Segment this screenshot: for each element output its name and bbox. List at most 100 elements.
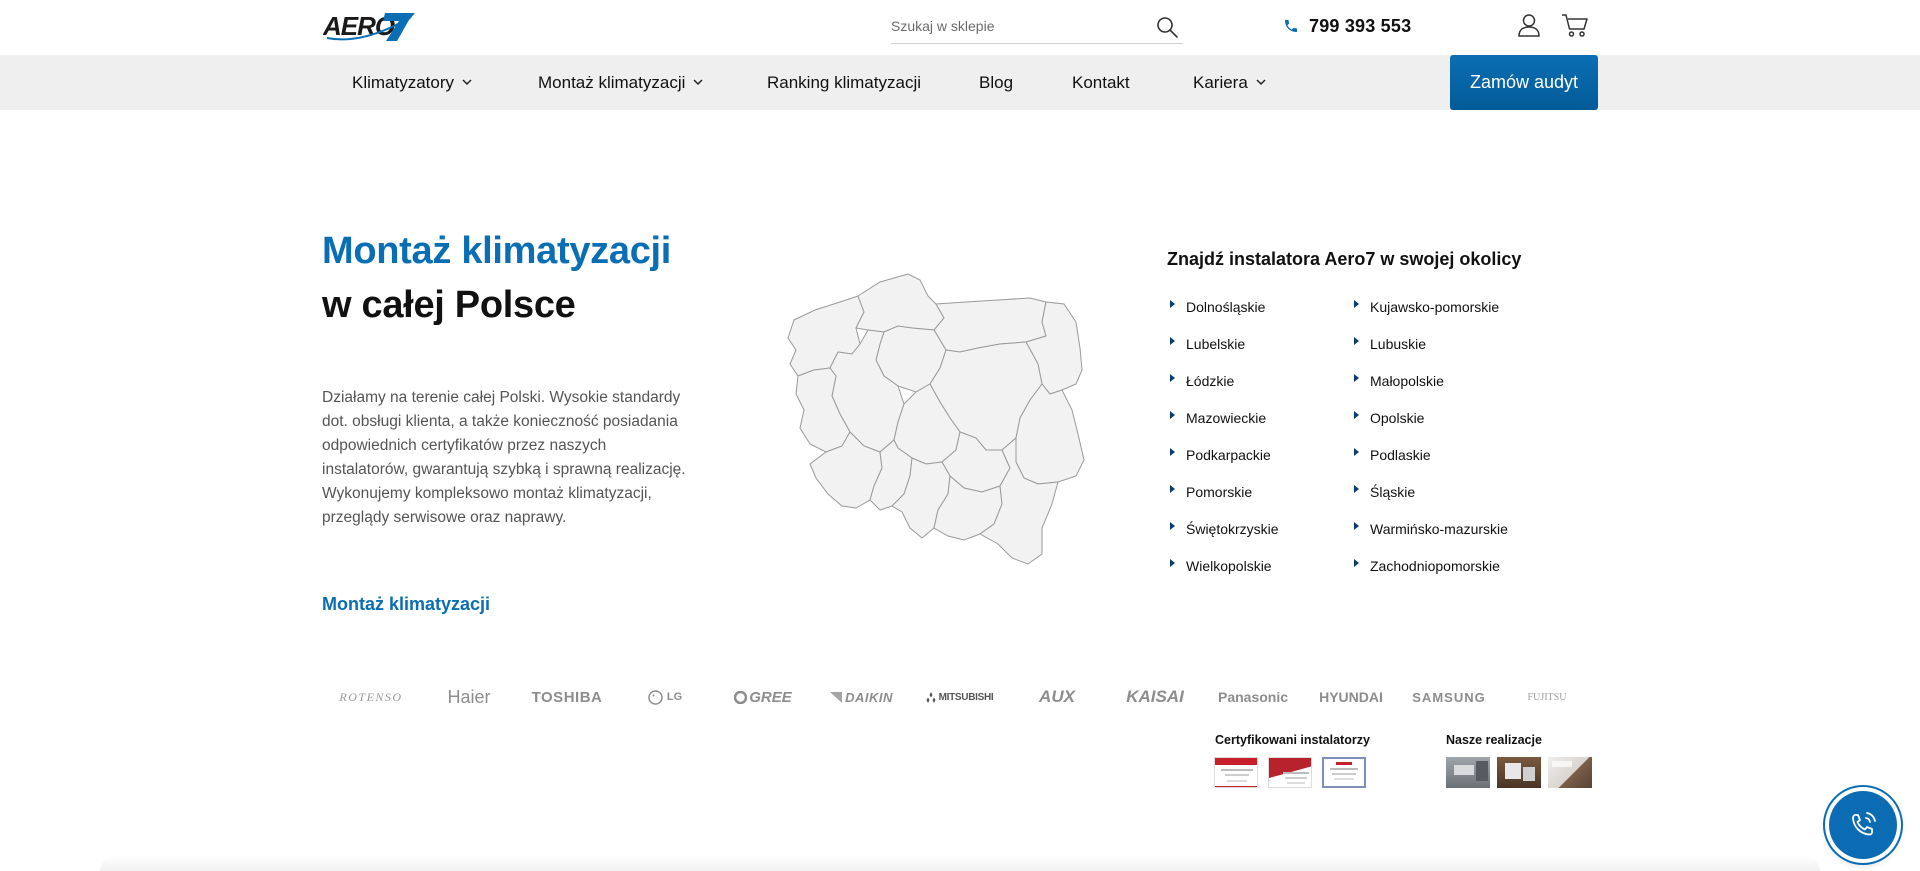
daikin-triangle-icon [830, 692, 843, 703]
region-label: Mazowieckie [1186, 410, 1267, 426]
phone-number: 799 393 553 [1309, 15, 1412, 36]
region-link[interactable]: Małopolskie [1354, 370, 1538, 392]
shopping-cart-icon[interactable] [1561, 12, 1589, 38]
nav-item-blog[interactable]: Blog [979, 55, 1013, 110]
brand-logo-samsung[interactable]: SAMSUNG [1400, 683, 1498, 711]
region-link[interactable]: Śląskie [1354, 481, 1538, 503]
phone-icon [1285, 20, 1297, 32]
installation-link[interactable]: Montaż klimatyzacji [322, 594, 490, 615]
brand-logo-kaisai[interactable]: KAISAI [1106, 683, 1204, 711]
region-link[interactable]: Podkarpackie [1170, 444, 1354, 466]
hero-description: Działamy na terenie całej Polski. Wysoki… [322, 389, 686, 526]
chevron-down-icon [1256, 79, 1266, 86]
nav-item-klimatyzatory[interactable]: Klimatyzatory [352, 55, 472, 110]
arrow-right-icon [1354, 559, 1359, 567]
arrow-right-icon [1354, 337, 1359, 345]
certificate-image [1269, 758, 1311, 784]
realization-photo[interactable] [1446, 757, 1490, 788]
poland-map[interactable] [780, 272, 1092, 568]
brand-logo-rotenso[interactable]: ROTENSO [322, 683, 420, 711]
search-input[interactable] [891, 10, 1141, 42]
region-link[interactable]: Świętokrzyskie [1170, 518, 1354, 540]
phone-link[interactable]: 799 393 553 [1283, 12, 1411, 40]
region-link[interactable]: Zachodniopomorskie [1354, 555, 1538, 577]
brand-name: SAMSUNG [1412, 689, 1486, 705]
region-link[interactable]: Lubuskie [1354, 333, 1538, 355]
arrow-right-icon [1354, 485, 1359, 493]
region-link[interactable]: Kujawsko-pomorskie [1354, 296, 1538, 318]
nav-item-ranking-klimatyzacji[interactable]: Ranking klimatyzacji [767, 55, 921, 110]
hero-title-line1: Montaż klimatyzacji [322, 230, 672, 272]
nav-label: Ranking klimatyzacji [767, 72, 921, 92]
region-link[interactable]: Pomorskie [1170, 481, 1354, 503]
arrow-right-icon [1170, 337, 1175, 345]
gree-swirl-icon [734, 690, 748, 704]
arrow-right-icon [1170, 559, 1175, 567]
arrow-right-icon [1170, 448, 1175, 456]
brand-name: Haier [447, 686, 491, 707]
footer-edge [100, 855, 1820, 871]
region-label: Świętokrzyskie [1186, 521, 1279, 537]
search-icon[interactable] [1155, 15, 1179, 39]
brand-logo-gree[interactable]: GREE [714, 683, 812, 711]
region-link[interactable]: Podlaskie [1354, 444, 1538, 466]
brand-logo-haier[interactable]: Haier [420, 683, 518, 711]
brand-name: GREE [749, 688, 792, 706]
brand-name: TOSHIBA [531, 688, 603, 706]
brand-logo-aux[interactable]: AUX [1008, 683, 1106, 711]
nav-item-kariera[interactable]: Kariera [1193, 55, 1266, 110]
brand-name: Panasonic [1217, 689, 1289, 705]
brand-logo-mitsubishi[interactable]: MITSUBISHI [910, 683, 1008, 711]
brand-name: DAIKIN [845, 689, 893, 705]
arrow-right-icon [1170, 300, 1175, 308]
certificate-thumbnail[interactable] [1322, 757, 1366, 788]
chevron-down-icon [462, 79, 472, 86]
aero7-logo[interactable]: AERO [323, 7, 415, 43]
region-link[interactable]: Warmińsko-mazurskie [1354, 518, 1538, 540]
realization-photo[interactable] [1548, 757, 1592, 788]
arrow-right-icon [1354, 522, 1359, 530]
brand-name: FUJITSU [1527, 691, 1567, 703]
region-link[interactable]: Łódzkie [1170, 370, 1354, 392]
brand-name: MITSUBISHI [938, 691, 994, 703]
arrow-right-icon [1354, 411, 1359, 419]
brand-logo-toshiba[interactable]: TOSHIBA [518, 683, 616, 711]
region-link[interactable]: Dolnośląskie [1170, 296, 1354, 318]
region-link[interactable]: Lubelskie [1170, 333, 1354, 355]
brand-logo-fujitsu[interactable]: FUJITSU [1498, 683, 1596, 711]
region-link[interactable]: Wielkopolskie [1170, 555, 1354, 577]
order-audit-button[interactable]: Zamów audyt [1450, 55, 1598, 110]
brand-name: ROTENSO [339, 689, 403, 704]
user-account-icon[interactable] [1516, 12, 1542, 38]
brand-name: HYUNDAI [1319, 689, 1383, 705]
installer-finder-title: Znajdź instalatora Aero7 w swojej okolic… [1167, 249, 1522, 269]
region-label: Podkarpackie [1186, 447, 1271, 463]
arrow-right-icon [1170, 485, 1175, 493]
brand-logo-lg[interactable]: LG [616, 683, 714, 711]
realization-image [1552, 761, 1572, 767]
brand-logo-hyundai[interactable]: HYUNDAI [1302, 683, 1400, 711]
region-link[interactable]: Opolskie [1354, 407, 1538, 429]
nav-item-montaz-klimatyzacji[interactable]: Montaż klimatyzacji [538, 55, 703, 110]
nav-item-kontakt[interactable]: Kontakt [1072, 55, 1130, 110]
region-label: Lubelskie [1186, 336, 1246, 352]
certificate-image [1330, 762, 1358, 780]
callback-button[interactable] [1829, 791, 1897, 859]
region-link[interactable]: Mazowieckie [1170, 407, 1354, 429]
brand-logo-daikin[interactable]: DAIKIN [812, 683, 910, 711]
arrow-right-icon [1170, 374, 1175, 382]
map-region-pomorskie[interactable] [855, 273, 945, 333]
nav-label: Kontakt [1072, 72, 1130, 92]
certificate-thumbnail[interactable] [1214, 757, 1258, 788]
brand-logos: ROTENSO Haier TOSHIBA LG GREE DAIKIN MIT… [322, 683, 1598, 711]
arrow-right-icon [1170, 522, 1175, 530]
region-label: Wielkopolskie [1186, 558, 1272, 574]
nav-label: Klimatyzatory [352, 72, 455, 92]
region-label: Opolskie [1370, 410, 1425, 426]
realization-image [1505, 763, 1535, 781]
brand-logo-panasonic[interactable]: Panasonic [1204, 683, 1302, 711]
realization-photo[interactable] [1497, 757, 1541, 788]
certificate-thumbnail[interactable] [1268, 757, 1312, 788]
region-label: Zachodniopomorskie [1370, 558, 1500, 574]
brand-name: AUX [1039, 687, 1075, 706]
